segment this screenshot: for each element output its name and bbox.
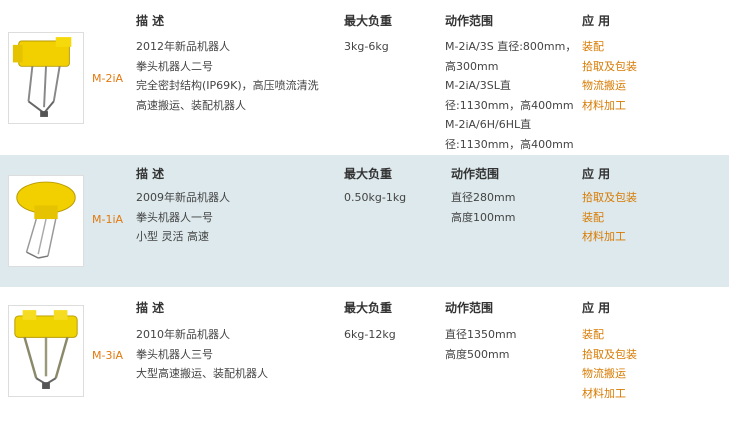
range-line: M-2iA/6H/6HL直	[445, 118, 532, 131]
range-line: M-2iA/3S 直径:800mm，	[445, 40, 577, 53]
range-line: M-2iA/3SL直	[445, 79, 511, 92]
application-link[interactable]: 材料加工	[582, 384, 637, 404]
payload-value: 0.50kg-1kg	[344, 191, 407, 204]
header-motion-range: 动作范围	[451, 167, 500, 181]
description-line: 高速搬运、装配机器人	[136, 98, 246, 112]
application-link[interactable]: 拾取及包装	[582, 57, 637, 77]
description-line: 拳头机器人三号	[136, 347, 213, 361]
applications-cell: 装配 拾取及包装 物流搬运 材料加工	[582, 325, 637, 403]
range-line: 高度100mm	[451, 210, 516, 224]
description-line: 拳头机器人二号	[136, 59, 213, 73]
header-description: 描 述	[136, 167, 165, 181]
yellow-parallel-robot-icon	[12, 37, 72, 117]
header-applications: 应 用	[582, 167, 611, 181]
header-motion-range: 动作范围	[445, 301, 494, 315]
header-max-payload: 最大负重	[344, 301, 393, 315]
payload-cell: 6kg-12kg	[344, 325, 396, 345]
range-line: 直径1350mm	[445, 328, 517, 341]
application-link[interactable]: 装配	[582, 325, 637, 345]
product-row-m2ia: M-2iA 描 述 最大负重 动作范围 应 用 2012年新品机器人 拳头机器人…	[0, 0, 729, 155]
robot-image-m1ia[interactable]	[8, 175, 84, 267]
description-cell: 2012年新品机器人 拳头机器人二号 完全密封结构(IP69K)，高压喷流清洗 …	[136, 37, 319, 115]
product-row-m1ia: M-1iA 描 述 最大负重 动作范围 应 用 2009年新品机器人 拳头机器人…	[0, 155, 729, 287]
application-link[interactable]: 物流搬运	[582, 364, 637, 384]
range-line: 径:1130mm，高400mm	[445, 98, 574, 112]
range-cell: M-2iA/3S 直径:800mm， 高300mm M-2iA/3SL直 径:1…	[445, 37, 576, 154]
description-cell: 2009年新品机器人 拳头机器人一号 小型 灵活 高速	[136, 188, 230, 247]
application-link[interactable]: 物流搬运	[582, 76, 637, 96]
description-line: 完全密封结构(IP69K)，高压喷流清洗	[136, 79, 319, 92]
application-link[interactable]: 装配	[582, 208, 637, 228]
model-name: M-3iA	[92, 349, 124, 362]
description-line: 拳头机器人一号	[136, 210, 213, 224]
range-cell: 直径1350mm 高度500mm	[445, 325, 516, 364]
description-line: 2012年新品机器人	[136, 40, 230, 53]
applications-cell: 拾取及包装 装配 材料加工	[582, 188, 637, 247]
header-max-payload: 最大负重	[344, 167, 393, 181]
range-line: 高度500mm	[445, 347, 510, 361]
description-line: 大型高速搬运、装配机器人	[136, 367, 268, 380]
robot-image-m2ia[interactable]	[8, 32, 84, 124]
application-link[interactable]: 材料加工	[582, 227, 637, 247]
application-link[interactable]: 拾取及包装	[582, 345, 637, 365]
robot-image-m3ia[interactable]	[8, 305, 84, 397]
description-line: 小型 灵活 高速	[136, 230, 209, 243]
payload-cell: 3kg-6kg	[344, 37, 389, 57]
header-description: 描 述	[136, 301, 165, 315]
application-link[interactable]: 拾取及包装	[582, 188, 637, 208]
application-link[interactable]: 装配	[582, 37, 637, 57]
range-line: 高300mm	[445, 59, 499, 73]
application-link[interactable]: 材料加工	[582, 96, 637, 116]
header-description: 描 述	[136, 14, 165, 28]
applications-cell: 装配 拾取及包装 物流搬运 材料加工	[582, 37, 637, 115]
description-line: 2010年新品机器人	[136, 328, 230, 341]
header-max-payload: 最大负重	[344, 14, 393, 28]
description-cell: 2010年新品机器人 拳头机器人三号 大型高速搬运、装配机器人	[136, 325, 268, 384]
yellow-parallel-robot-icon	[16, 181, 76, 259]
payload-value: 3kg-6kg	[344, 40, 389, 53]
header-applications: 应 用	[582, 14, 611, 28]
range-cell: 直径280mm 高度100mm	[451, 188, 515, 227]
model-name: M-1iA	[92, 213, 124, 226]
range-line: 直径280mm	[451, 191, 516, 204]
payload-value: 6kg-12kg	[344, 328, 396, 341]
product-row-m3ia: M-3iA 描 述 最大负重 动作范围 应 用 2010年新品机器人 拳头机器人…	[0, 287, 729, 428]
description-line: 2009年新品机器人	[136, 191, 230, 204]
header-motion-range: 动作范围	[445, 14, 494, 28]
model-name: M-2iA	[92, 72, 124, 85]
payload-cell: 0.50kg-1kg	[344, 188, 406, 208]
range-line: 径:1130mm，高400mm	[445, 137, 574, 151]
header-applications: 应 用	[582, 301, 611, 315]
yellow-parallel-robot-icon	[14, 310, 78, 389]
